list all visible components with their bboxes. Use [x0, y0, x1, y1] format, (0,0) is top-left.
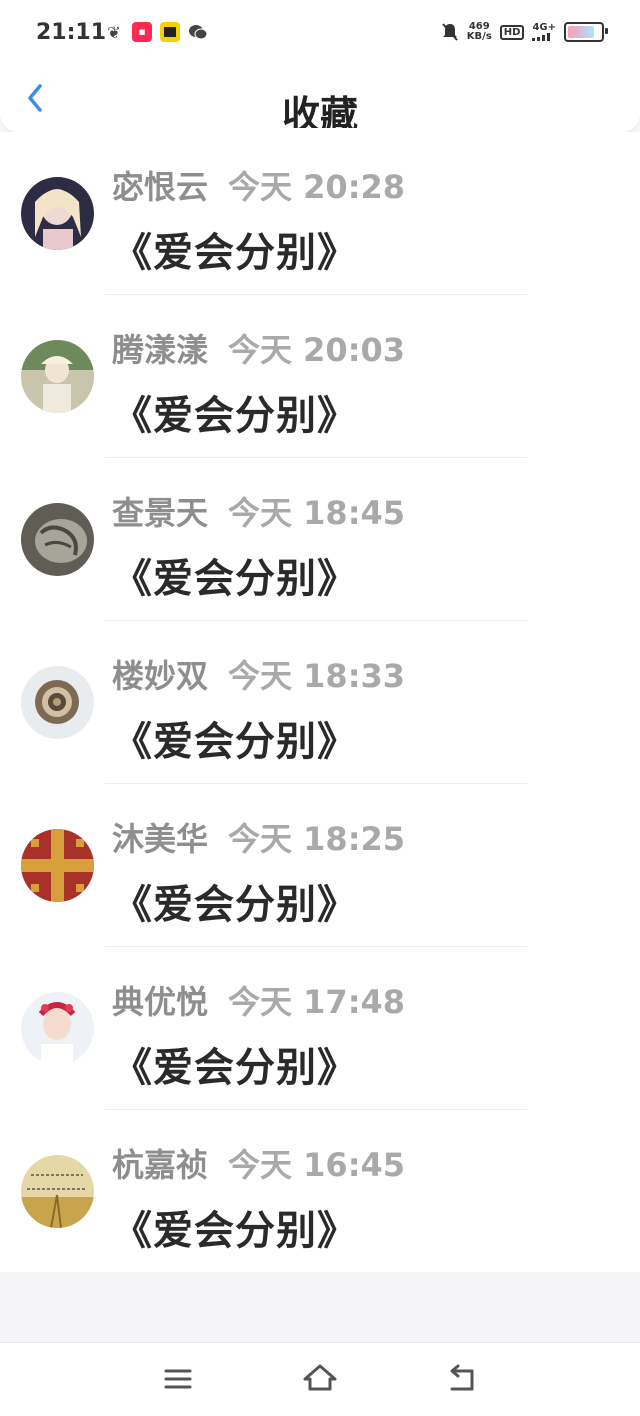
favorites-list: 宓恨云 今天 20:28 《爱会分别》 腾漾漾 今天 20:03 《爱会分别》 … — [0, 132, 640, 1272]
battery-icon — [564, 22, 608, 42]
avatar[interactable] — [21, 829, 94, 902]
avatar[interactable] — [21, 992, 94, 1065]
list-item[interactable]: 典优悦 今天 17:48 《爱会分别》 — [0, 947, 640, 1110]
list-item[interactable]: 宓恨云 今天 20:28 《爱会分别》 — [0, 132, 640, 295]
avatar[interactable] — [21, 1155, 94, 1228]
signal-icon — [532, 33, 551, 41]
page-title: 收藏 — [281, 93, 358, 128]
song-title[interactable]: 《爱会分别》 — [112, 872, 358, 930]
song-title[interactable]: 《爱会分别》 — [112, 709, 358, 767]
author-name[interactable]: 杭嘉祯 — [112, 1140, 208, 1186]
list-item[interactable]: 杭嘉祯 今天 16:45 《爱会分别》 — [0, 1110, 640, 1273]
author-name[interactable]: 腾漾漾 — [112, 325, 208, 371]
author-name[interactable]: 查景天 — [112, 488, 208, 534]
mute-icon — [442, 23, 458, 41]
avatar[interactable] — [21, 340, 94, 413]
item-meta: 沐美华 今天 18:25 — [112, 814, 405, 860]
author-name[interactable]: 楼妙双 — [112, 651, 208, 697]
status-time: 21:11 — [36, 20, 107, 45]
home-icon[interactable] — [300, 1359, 340, 1399]
timestamp: 今天 17:48 — [228, 983, 406, 1021]
bottom-nav — [0, 1342, 640, 1416]
song-title[interactable]: 《爱会分别》 — [112, 1035, 358, 1093]
net-speed: 469 KB/s — [467, 22, 492, 42]
song-title[interactable]: 《爱会分别》 — [112, 1198, 358, 1256]
item-meta: 楼妙双 今天 18:33 — [112, 651, 405, 697]
item-meta: 宓恨云 今天 20:28 — [112, 162, 405, 208]
notification-icons: ❦ ■ — [104, 22, 208, 42]
menu-icon[interactable] — [158, 1359, 198, 1399]
timestamp: 今天 20:03 — [228, 331, 406, 369]
author-name[interactable]: 典优悦 — [112, 977, 208, 1023]
author-name[interactable]: 沐美华 — [112, 814, 208, 860]
list-item[interactable]: 楼妙双 今天 18:33 《爱会分别》 — [0, 621, 640, 784]
timestamp: 今天 18:25 — [228, 820, 406, 858]
header: 收藏 — [0, 70, 640, 132]
network-label: 4G+ — [532, 22, 556, 33]
video-app-icon — [160, 22, 180, 42]
author-name[interactable]: 宓恨云 — [112, 162, 208, 208]
timestamp: 今天 16:45 — [228, 1146, 406, 1184]
song-title[interactable]: 《爱会分别》 — [112, 546, 358, 604]
item-meta: 杭嘉祯 今天 16:45 — [112, 1140, 405, 1186]
status-bar: 21:11 ❦ ■ 469 KB/s HD 4G+ — [0, 0, 640, 70]
list-item[interactable]: 腾漾漾 今天 20:03 《爱会分别》 — [0, 295, 640, 458]
list-item[interactable]: 沐美华 今天 18:25 《爱会分别》 — [0, 784, 640, 947]
network-indicator: 4G+ — [532, 23, 556, 41]
song-title[interactable]: 《爱会分别》 — [112, 220, 358, 278]
timestamp: 今天 18:33 — [228, 657, 406, 695]
net-speed-unit: KB/s — [466, 31, 492, 42]
avatar[interactable] — [21, 666, 94, 739]
timestamp: 今天 20:28 — [228, 168, 406, 206]
list-item[interactable]: 查景天 今天 18:45 《爱会分别》 — [0, 458, 640, 621]
item-meta: 查景天 今天 18:45 — [112, 488, 405, 534]
return-icon[interactable] — [442, 1359, 482, 1399]
leaf-icon: ❦ — [107, 22, 121, 42]
item-meta: 腾漾漾 今天 20:03 — [112, 325, 405, 371]
song-title[interactable]: 《爱会分别》 — [112, 383, 358, 441]
avatar[interactable] — [21, 177, 94, 250]
wechat-icon — [188, 22, 208, 42]
app-notification-icon: ■ — [132, 22, 152, 42]
avatar[interactable] — [21, 503, 94, 576]
item-meta: 典优悦 今天 17:48 — [112, 977, 405, 1023]
timestamp: 今天 18:45 — [228, 494, 406, 532]
status-right: 469 KB/s HD 4G+ — [441, 22, 608, 42]
hd-badge: HD — [499, 24, 525, 40]
